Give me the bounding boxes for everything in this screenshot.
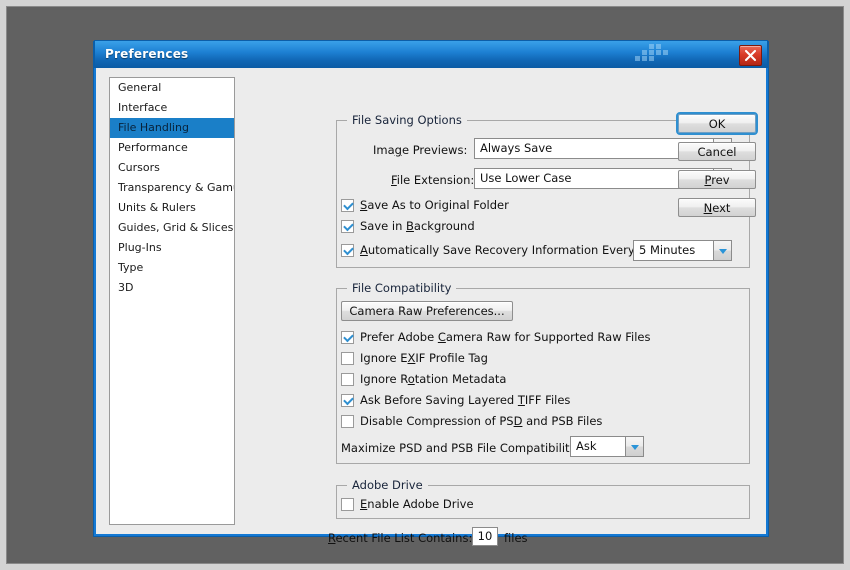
sidebar-item-3d[interactable]: 3D	[110, 278, 234, 298]
chevron-down-icon[interactable]	[625, 436, 644, 457]
checkbox-label: Ignore EXIF Profile Tag	[360, 351, 488, 365]
checkbox-box	[341, 219, 354, 233]
maximize-compatibility-dropdown[interactable]: Ask	[570, 436, 644, 457]
checkbox-enable-adobe-drive[interactable]: Enable Adobe Drive	[341, 496, 474, 512]
recent-file-list-label: Recent File List Contains:	[328, 531, 473, 545]
camera-raw-preferences-button[interactable]: Camera Raw Preferences...	[341, 301, 513, 321]
sidebar-item-interface[interactable]: Interface	[110, 98, 234, 118]
close-glyph	[744, 49, 757, 62]
dialog-title: Preferences	[105, 47, 189, 61]
dialog-titlebar[interactable]: Preferences	[94, 40, 768, 68]
sidebar-item-plug-ins[interactable]: Plug-Ins	[110, 238, 234, 258]
checkbox-label: Ignore Rotation Metadata	[360, 372, 507, 386]
sidebar-item-performance[interactable]: Performance	[110, 138, 234, 158]
file-extension-label: File Extension:	[391, 173, 475, 187]
checkbox-save-in-background[interactable]: Save in Background	[341, 218, 475, 234]
checkbox-save-as-original-folder[interactable]: Save As to Original Folder	[341, 197, 509, 213]
checkbox-box	[341, 198, 354, 212]
checkbox-box	[341, 393, 354, 407]
checkbox-box	[341, 414, 354, 428]
sidebar-item-type[interactable]: Type	[110, 258, 234, 278]
checkbox-label: Save As to Original Folder	[360, 198, 509, 212]
desktop-background: Preferences General Interface File Handl…	[0, 0, 850, 570]
maximize-compatibility-label: Maximize PSD and PSB File Compatibility:	[341, 441, 580, 455]
checkbox-box	[341, 497, 354, 511]
checkbox-label: Enable Adobe Drive	[360, 497, 474, 511]
checkbox-label: Save in Background	[360, 219, 475, 233]
sidebar-item-general[interactable]: General	[110, 78, 234, 98]
maximize-compatibility-value: Ask	[570, 436, 625, 457]
prev-button[interactable]: Prev	[678, 170, 756, 189]
image-previews-label: Image Previews:	[373, 143, 468, 157]
checkbox-ignore-exif-profile-tag[interactable]: Ignore EXIF Profile Tag	[341, 350, 488, 366]
checkbox-ask-before-saving-layered-tiff[interactable]: Ask Before Saving Layered TIFF Files	[341, 392, 570, 408]
preferences-category-list[interactable]: General Interface File Handling Performa…	[109, 77, 235, 525]
sidebar-item-guides-grid-slices[interactable]: Guides, Grid & Slices	[110, 218, 234, 238]
checkbox-ignore-rotation-metadata[interactable]: Ignore Rotation Metadata	[341, 371, 506, 387]
file-saving-options-legend: File Saving Options	[347, 113, 467, 127]
sidebar-item-units-rulers[interactable]: Units & Rulers	[110, 198, 234, 218]
ok-button[interactable]: OK	[676, 112, 758, 135]
next-button[interactable]: Next	[678, 198, 756, 217]
checkbox-disable-compression-psd-psb[interactable]: Disable Compression of PSD and PSB Files	[341, 413, 602, 429]
recovery-interval-value: 5 Minutes	[633, 240, 713, 261]
titlebar-decoration	[635, 44, 675, 66]
prev-button-label: Prev	[704, 172, 730, 187]
recovery-interval-dropdown[interactable]: 5 Minutes	[633, 240, 732, 261]
checkbox-prefer-camera-raw[interactable]: Prefer Adobe Camera Raw for Supported Ra…	[341, 329, 651, 345]
checkbox-label: Disable Compression of PSD and PSB Files	[360, 414, 603, 428]
checkbox-label: Automatically Save Recovery Information …	[360, 243, 638, 257]
adobe-drive-legend: Adobe Drive	[347, 478, 428, 492]
checkbox-label: Prefer Adobe Camera Raw for Supported Ra…	[360, 330, 651, 344]
sidebar-item-cursors[interactable]: Cursors	[110, 158, 234, 178]
sidebar-item-transparency-gamut[interactable]: Transparency & Gamut	[110, 178, 234, 198]
recent-file-suffix-label: files	[504, 531, 528, 545]
chevron-down-icon[interactable]	[713, 240, 732, 261]
file-compatibility-legend: File Compatibility	[347, 281, 457, 295]
checkbox-box	[341, 351, 354, 365]
checkbox-label: Ask Before Saving Layered TIFF Files	[360, 393, 571, 407]
preferences-dialog: Preferences General Interface File Handl…	[94, 40, 768, 546]
checkbox-box	[341, 243, 354, 257]
checkbox-box	[341, 330, 354, 344]
sidebar-item-file-handling[interactable]: File Handling	[110, 118, 234, 138]
recent-file-count-input[interactable]: 10	[472, 527, 498, 546]
checkbox-auto-save-recovery[interactable]: Automatically Save Recovery Information …	[341, 242, 638, 258]
close-icon[interactable]	[739, 45, 762, 66]
cancel-button[interactable]: Cancel	[678, 142, 756, 161]
next-button-label: Next	[703, 200, 731, 215]
checkbox-box	[341, 372, 354, 386]
